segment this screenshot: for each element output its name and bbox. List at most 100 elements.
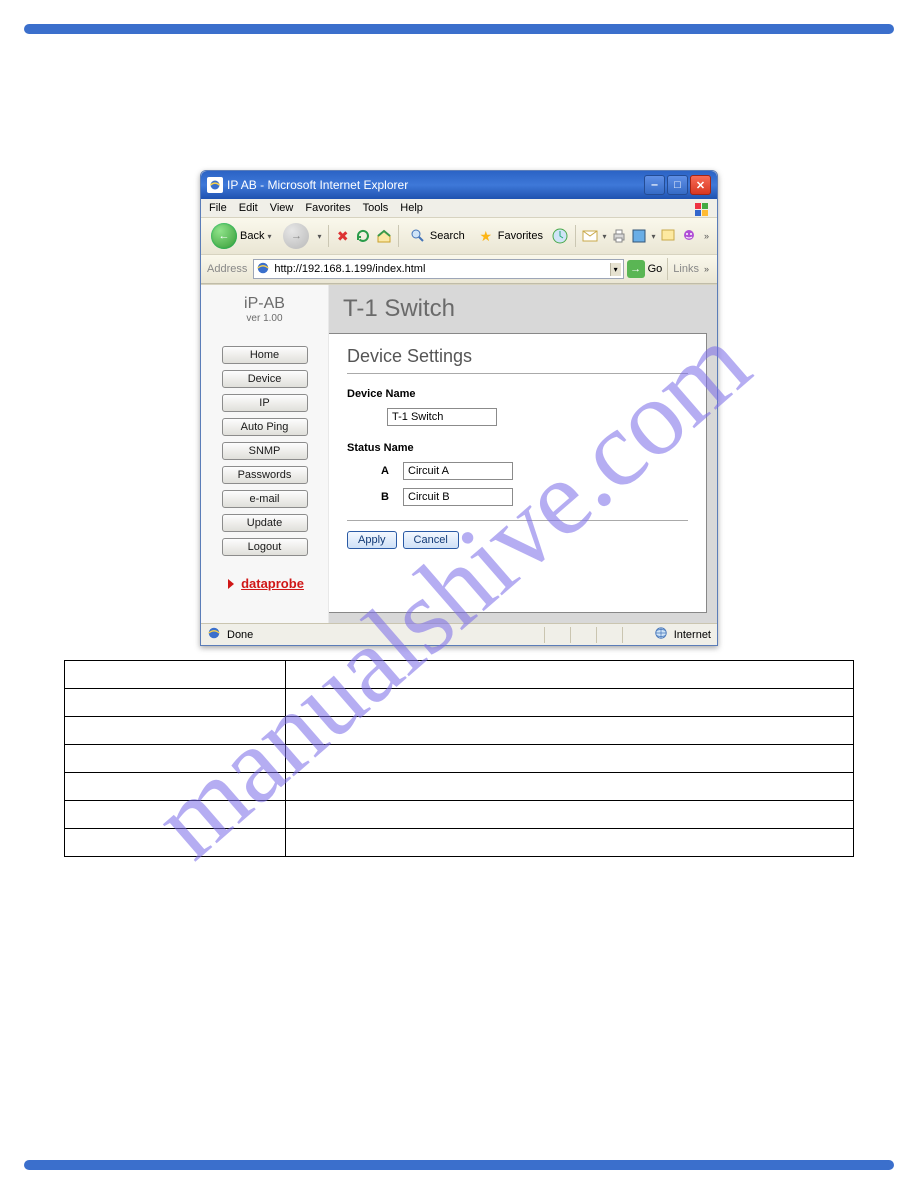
maximize-button[interactable]: □ [667, 175, 688, 195]
sidebar-item-email[interactable]: e-mail [222, 490, 308, 508]
sidebar-item-logout[interactable]: Logout [222, 538, 308, 556]
page-rule-top [24, 24, 894, 34]
status-letter-b: B [365, 491, 389, 503]
table-cell [65, 829, 286, 857]
menu-favorites[interactable]: Favorites [305, 202, 350, 214]
table-cell [285, 661, 853, 689]
toolbar-separator [398, 225, 399, 247]
windows-flag-icon [693, 201, 711, 223]
main-header: T-1 Switch [329, 285, 717, 333]
status-name-label: Status Name [347, 442, 688, 454]
sidebar-item-device[interactable]: Device [222, 370, 308, 388]
sidebar-item-snmp[interactable]: SNMP [222, 442, 308, 460]
back-arrow-icon: ← [211, 223, 237, 249]
table-row [65, 661, 854, 689]
address-input[interactable]: http://192.168.1.199/index.html ▾ [253, 259, 623, 279]
messenger-icon[interactable] [680, 227, 698, 245]
favorites-label: Favorites [498, 230, 543, 242]
menu-file[interactable]: File [209, 202, 227, 214]
dropdown-icon[interactable]: ▾ [610, 263, 621, 276]
status-segment [622, 627, 642, 643]
device-name-label: Device Name [347, 388, 688, 400]
history-icon[interactable] [551, 227, 569, 245]
menu-tools[interactable]: Tools [363, 202, 389, 214]
cancel-button[interactable]: Cancel [403, 531, 459, 549]
chevron-right-icon[interactable]: » [702, 264, 711, 274]
search-icon [409, 227, 427, 245]
device-name-input[interactable] [387, 408, 497, 426]
table-cell [285, 773, 853, 801]
internet-zone-icon [654, 626, 668, 643]
chevron-right-icon[interactable]: » [702, 231, 711, 241]
menu-view[interactable]: View [270, 202, 294, 214]
stop-icon[interactable]: ✖ [334, 227, 351, 245]
star-icon: ★ [477, 227, 495, 245]
sidebar-item-update[interactable]: Update [222, 514, 308, 532]
status-row-b: B [347, 488, 688, 506]
address-bar: Address http://192.168.1.199/index.html … [201, 255, 717, 284]
section-title: Device Settings [347, 346, 688, 374]
table-cell [65, 689, 286, 717]
table-cell [65, 661, 286, 689]
table-row [65, 829, 854, 857]
chevron-down-icon[interactable]: ▾ [602, 232, 606, 241]
favorites-button[interactable]: ★ Favorites [473, 225, 547, 247]
sidebar-item-passwords[interactable]: Passwords [222, 466, 308, 484]
product-name: iP-AB [207, 295, 322, 313]
refresh-icon[interactable] [355, 227, 372, 245]
dataprobe-icon [225, 577, 239, 591]
ie-window: IP AB - Microsoft Internet Explorer ‒ □ … [200, 170, 718, 646]
menu-bar: File Edit View Favorites Tools Help [201, 199, 717, 218]
toolbar: ← Back ▾ → ▾ ✖ Search [201, 218, 717, 255]
back-button[interactable]: ← Back ▾ [207, 221, 275, 251]
forward-arrow-icon: → [283, 223, 309, 249]
chevron-down-icon: ▾ [267, 232, 271, 241]
discuss-icon[interactable] [660, 227, 677, 245]
go-button[interactable]: → Go [627, 260, 663, 278]
status-row-a: A [347, 462, 688, 480]
chevron-down-icon[interactable]: ▾ [651, 232, 655, 241]
mail-icon[interactable] [582, 227, 599, 245]
table-cell [65, 773, 286, 801]
table-cell [285, 801, 853, 829]
print-icon[interactable] [610, 227, 627, 245]
links-label[interactable]: Links [673, 263, 699, 275]
table-row [65, 689, 854, 717]
search-label: Search [430, 230, 465, 242]
screenshot-container: IP AB - Microsoft Internet Explorer ‒ □ … [0, 170, 918, 646]
go-arrow-icon: → [627, 260, 645, 278]
status-b-input[interactable] [403, 488, 513, 506]
sidebar-item-ip[interactable]: IP [222, 394, 308, 412]
search-button[interactable]: Search [405, 225, 469, 247]
forward-button[interactable]: → [279, 221, 313, 251]
settings-box: Device Settings Device Name Status Name … [329, 333, 707, 613]
chevron-down-icon[interactable]: ▾ [317, 232, 321, 241]
window-title: IP AB - Microsoft Internet Explorer [227, 178, 644, 192]
page-rule-bottom [24, 1160, 894, 1170]
home-icon[interactable] [375, 227, 392, 245]
page-title: T-1 Switch [343, 295, 703, 323]
apply-button[interactable]: Apply [347, 531, 397, 549]
minimize-button[interactable]: ‒ [644, 175, 665, 195]
status-internet: Internet [674, 629, 711, 641]
table-cell [285, 717, 853, 745]
back-label: Back [240, 230, 264, 242]
settings-table-wrap [64, 660, 854, 857]
table-cell [65, 801, 286, 829]
menu-help[interactable]: Help [400, 202, 423, 214]
close-button[interactable]: ✕ [690, 175, 711, 195]
sidebar-item-home[interactable]: Home [222, 346, 308, 364]
address-value: http://192.168.1.199/index.html [274, 263, 605, 275]
sidebar-item-autoping[interactable]: Auto Ping [222, 418, 308, 436]
edit-icon[interactable] [631, 227, 648, 245]
dataprobe-text: dataprobe [241, 576, 304, 591]
table-cell [65, 745, 286, 773]
table-cell [285, 829, 853, 857]
toolbar-separator [328, 225, 329, 247]
product-version: ver 1.00 [207, 313, 322, 324]
ie-icon [207, 177, 223, 193]
status-a-input[interactable] [403, 462, 513, 480]
content-area: iP-AB ver 1.00 Home Device IP Auto Ping … [201, 284, 717, 623]
table-row [65, 773, 854, 801]
menu-edit[interactable]: Edit [239, 202, 258, 214]
